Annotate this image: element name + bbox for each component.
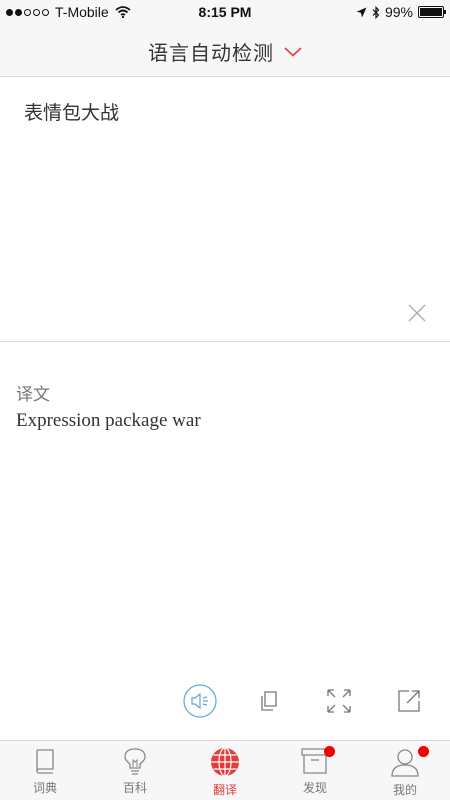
tab-label: 百科 (122, 781, 147, 795)
battery-percent: 99% (384, 4, 413, 20)
tab-profile[interactable]: 我的 (360, 741, 450, 800)
copy-button[interactable] (252, 684, 286, 718)
share-button[interactable] (392, 684, 426, 718)
lightbulb-icon (124, 748, 146, 775)
globe-icon (211, 747, 239, 777)
notification-badge (418, 746, 429, 757)
tab-label: 翻译 (212, 783, 237, 797)
tab-label: 发现 (302, 781, 327, 795)
tab-discover[interactable]: 发现 (270, 741, 360, 800)
translation-text: Expression package war (16, 410, 201, 431)
tab-label: 我的 (392, 783, 417, 797)
language-selector[interactable]: 语言自动检测 (0, 26, 450, 77)
tab-bar: 词典 百科 翻译 发现 我的 (0, 740, 450, 800)
clear-icon[interactable] (406, 302, 428, 324)
tab-translate[interactable]: 翻译 (180, 741, 270, 800)
translation-label: 译文 (16, 385, 50, 405)
notification-badge (324, 746, 335, 757)
share-icon (398, 690, 420, 712)
language-selector-title: 语言自动检测 (148, 40, 274, 65)
status-bar: T-Mobile 8:15 PM 99% (0, 0, 450, 26)
book-icon (36, 749, 54, 774)
source-text[interactable]: 表情包大战 (24, 98, 119, 125)
tab-label: 词典 (32, 781, 57, 795)
status-right: 99% (356, 4, 446, 20)
chevron-down-icon (284, 47, 302, 57)
location-arrow-icon (356, 7, 367, 17)
person-icon (391, 749, 419, 777)
action-bar (0, 684, 450, 718)
copy-icon (261, 691, 277, 711)
bluetooth-icon (372, 5, 380, 19)
battery-icon (418, 6, 446, 18)
speaker-button[interactable] (183, 684, 217, 718)
source-text-area[interactable]: 表情包大战 (0, 78, 450, 342)
tab-encyclopedia[interactable]: 百科 (90, 741, 180, 800)
fullscreen-button[interactable] (322, 684, 356, 718)
speaker-icon (183, 684, 217, 718)
fullscreen-icon (327, 689, 351, 713)
tab-dictionary[interactable]: 词典 (0, 741, 90, 800)
